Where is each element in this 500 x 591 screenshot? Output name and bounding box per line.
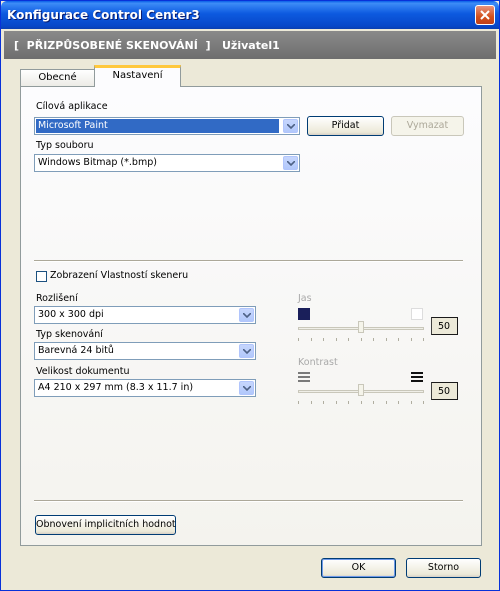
document-size-select[interactable]: A4 210 x 297 mm (8.3 x 11.7 in) (34, 379, 256, 397)
target-app-select[interactable]: Microsoft Paint (34, 117, 300, 135)
section-header: [ PŘIZPŮSOBENÉ SKENOVÁNÍ ] Uživatel1 (4, 31, 496, 59)
brightness-light-icon (411, 308, 423, 320)
remove-button[interactable]: Vymazat (391, 116, 464, 136)
target-app-label: Cílová aplikace (36, 101, 108, 112)
resolution-dropdown-button[interactable] (239, 308, 254, 322)
slider-tick (323, 401, 324, 404)
chevron-down-icon (243, 349, 251, 354)
brightness-slider-thumb[interactable] (358, 321, 364, 333)
ok-button[interactable]: OK (321, 558, 396, 578)
target-app-value: Microsoft Paint (36, 119, 279, 133)
scan-type-select[interactable]: Barevná 24 bitů (34, 342, 256, 360)
chevron-down-icon (243, 386, 251, 391)
tab-settings[interactable]: Nastavení (94, 65, 181, 87)
file-type-value: Windows Bitmap (*.bmp) (38, 157, 157, 168)
window-title: Konfigurace Control Center3 (7, 8, 200, 22)
tab-general[interactable]: Obecné (20, 69, 95, 86)
document-size-dropdown-button[interactable] (239, 381, 254, 395)
document-size-label: Velikost dokumentu (36, 366, 130, 377)
contrast-ticks (298, 401, 424, 404)
slider-tick (298, 338, 299, 341)
slider-tick (323, 338, 324, 341)
scan-type-value: Barevná 24 bitů (38, 345, 114, 356)
slider-tick (361, 401, 362, 404)
cancel-button[interactable]: Storno (406, 558, 481, 578)
title-bar[interactable]: Konfigurace Control Center3 (1, 1, 499, 29)
brightness-value: 50 (431, 317, 458, 335)
resolution-value: 300 x 300 dpi (38, 309, 104, 320)
brightness-dark-icon (298, 308, 310, 320)
slider-tick (398, 338, 399, 341)
contrast-label: Kontrast (298, 357, 338, 368)
close-button[interactable] (475, 5, 495, 25)
chevron-down-icon (243, 313, 251, 318)
divider (34, 500, 463, 502)
close-icon (480, 10, 490, 20)
slider-tick (311, 401, 312, 404)
scanner-properties-label: Zobrazení Vlastností skeneru (50, 270, 189, 281)
resolution-select[interactable]: 300 x 300 dpi (34, 306, 256, 324)
slider-tick (423, 401, 424, 404)
document-size-value: A4 210 x 297 mm (8.3 x 11.7 in) (38, 382, 194, 393)
add-button[interactable]: Přidat (307, 116, 384, 136)
slider-tick (336, 401, 337, 404)
slider-tick (373, 338, 374, 341)
slider-tick (348, 338, 349, 341)
slider-tick (386, 401, 387, 404)
slider-tick (348, 401, 349, 404)
slider-tick (336, 338, 337, 341)
slider-tick (411, 338, 412, 341)
chevron-down-icon (287, 124, 295, 129)
target-app-dropdown-button[interactable] (283, 119, 298, 133)
file-type-label: Typ souboru (36, 140, 94, 151)
contrast-low-icon (298, 372, 310, 382)
restore-defaults-button[interactable]: Obnovení implicitních hodnot (35, 515, 176, 535)
chevron-down-icon (287, 161, 295, 166)
slider-tick (386, 338, 387, 341)
file-type-dropdown-button[interactable] (283, 156, 298, 170)
slider-tick (311, 338, 312, 341)
slider-tick (398, 401, 399, 404)
contrast-value: 50 (431, 382, 458, 400)
contrast-slider-thumb[interactable] (358, 384, 364, 396)
brightness-ticks (298, 338, 424, 341)
contrast-high-icon (411, 372, 423, 382)
divider (34, 260, 463, 262)
slider-tick (411, 401, 412, 404)
slider-tick (361, 338, 362, 341)
section-header-text: [ PŘIZPŮSOBENÉ SKENOVÁNÍ ] Uživatel1 (14, 39, 280, 52)
slider-tick (373, 401, 374, 404)
dialog-window: Konfigurace Control Center3 [ PŘIZPŮSOBE… (0, 0, 500, 591)
scan-type-dropdown-button[interactable] (239, 344, 254, 358)
file-type-select[interactable]: Windows Bitmap (*.bmp) (34, 154, 300, 172)
slider-tick (298, 401, 299, 404)
scan-type-label: Typ skenování (36, 329, 103, 340)
resolution-label: Rozlišení (36, 293, 78, 304)
brightness-label: Jas (298, 293, 312, 304)
slider-tick (423, 338, 424, 341)
scanner-properties-checkbox[interactable] (36, 271, 47, 282)
